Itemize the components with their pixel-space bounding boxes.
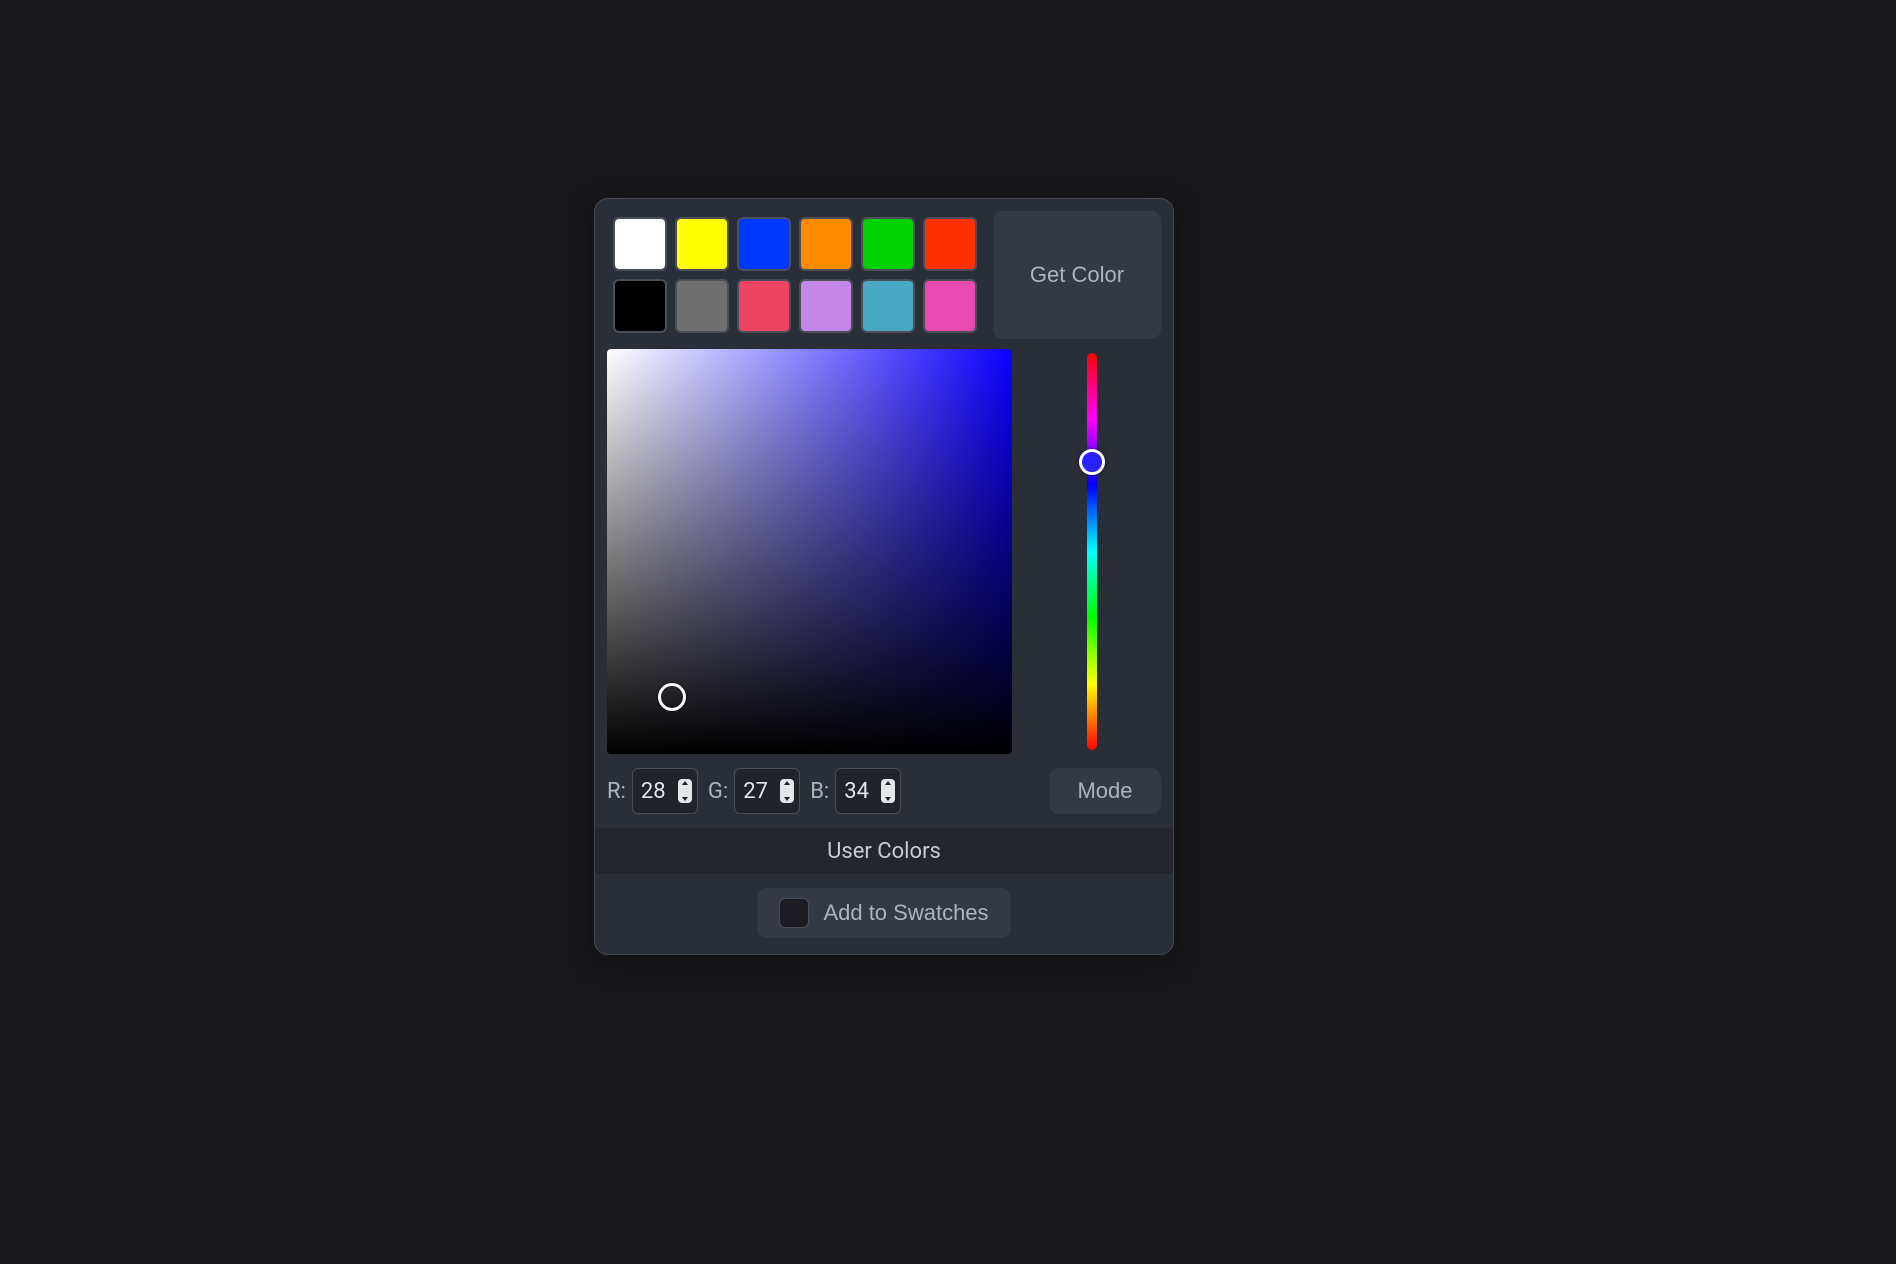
r-input[interactable]: 28	[632, 768, 698, 814]
main-row	[607, 349, 1161, 754]
get-color-button[interactable]: Get Color	[993, 211, 1161, 339]
preset-swatch-10[interactable]	[861, 279, 915, 333]
sv-cursor-icon[interactable]	[658, 683, 686, 711]
preset-swatch-7[interactable]	[675, 279, 729, 333]
preset-swatch-grid	[607, 211, 983, 339]
g-value: 27	[743, 779, 768, 804]
hue-track[interactable]	[1087, 353, 1097, 750]
hue-thumb-icon[interactable]	[1079, 449, 1105, 475]
user-colors-label: User Colors	[827, 839, 941, 864]
b-label: B:	[810, 779, 829, 804]
top-row: Get Color	[607, 211, 1161, 339]
mode-label: Mode	[1077, 778, 1132, 804]
preset-swatch-0[interactable]	[613, 217, 667, 271]
preset-swatch-8[interactable]	[737, 279, 791, 333]
saturation-value-area[interactable]	[607, 349, 1012, 754]
preset-swatch-3[interactable]	[799, 217, 853, 271]
preset-swatch-11[interactable]	[923, 279, 977, 333]
b-group: B: 34	[810, 768, 901, 814]
color-picker-panel: Get Color R: 28 G: 27 B:	[594, 198, 1174, 955]
preset-swatch-5[interactable]	[923, 217, 977, 271]
rgb-inputs-row: R: 28 G: 27 B: 34 Mode	[607, 768, 1161, 814]
add-row: Add to Swatches	[607, 888, 1161, 938]
add-to-swatches-button[interactable]: Add to Swatches	[757, 888, 1010, 938]
add-to-swatches-label: Add to Swatches	[823, 900, 988, 926]
stepper-icon[interactable]	[678, 779, 692, 803]
r-group: R: 28	[607, 768, 698, 814]
g-label: G:	[708, 779, 728, 804]
stepper-icon[interactable]	[881, 779, 895, 803]
hue-slider[interactable]	[1022, 349, 1161, 754]
r-value: 28	[641, 779, 666, 804]
r-label: R:	[607, 779, 626, 804]
preset-swatch-1[interactable]	[675, 217, 729, 271]
stepper-icon[interactable]	[780, 779, 794, 803]
g-input[interactable]: 27	[734, 768, 800, 814]
b-value: 34	[844, 779, 869, 804]
preset-swatch-6[interactable]	[613, 279, 667, 333]
g-group: G: 27	[708, 768, 800, 814]
preset-swatch-9[interactable]	[799, 279, 853, 333]
user-colors-header[interactable]: User Colors	[595, 828, 1173, 874]
current-color-swatch-icon	[779, 898, 809, 928]
mode-button[interactable]: Mode	[1049, 768, 1161, 814]
get-color-label: Get Color	[1030, 262, 1124, 288]
preset-swatch-4[interactable]	[861, 217, 915, 271]
b-input[interactable]: 34	[835, 768, 901, 814]
preset-swatch-2[interactable]	[737, 217, 791, 271]
